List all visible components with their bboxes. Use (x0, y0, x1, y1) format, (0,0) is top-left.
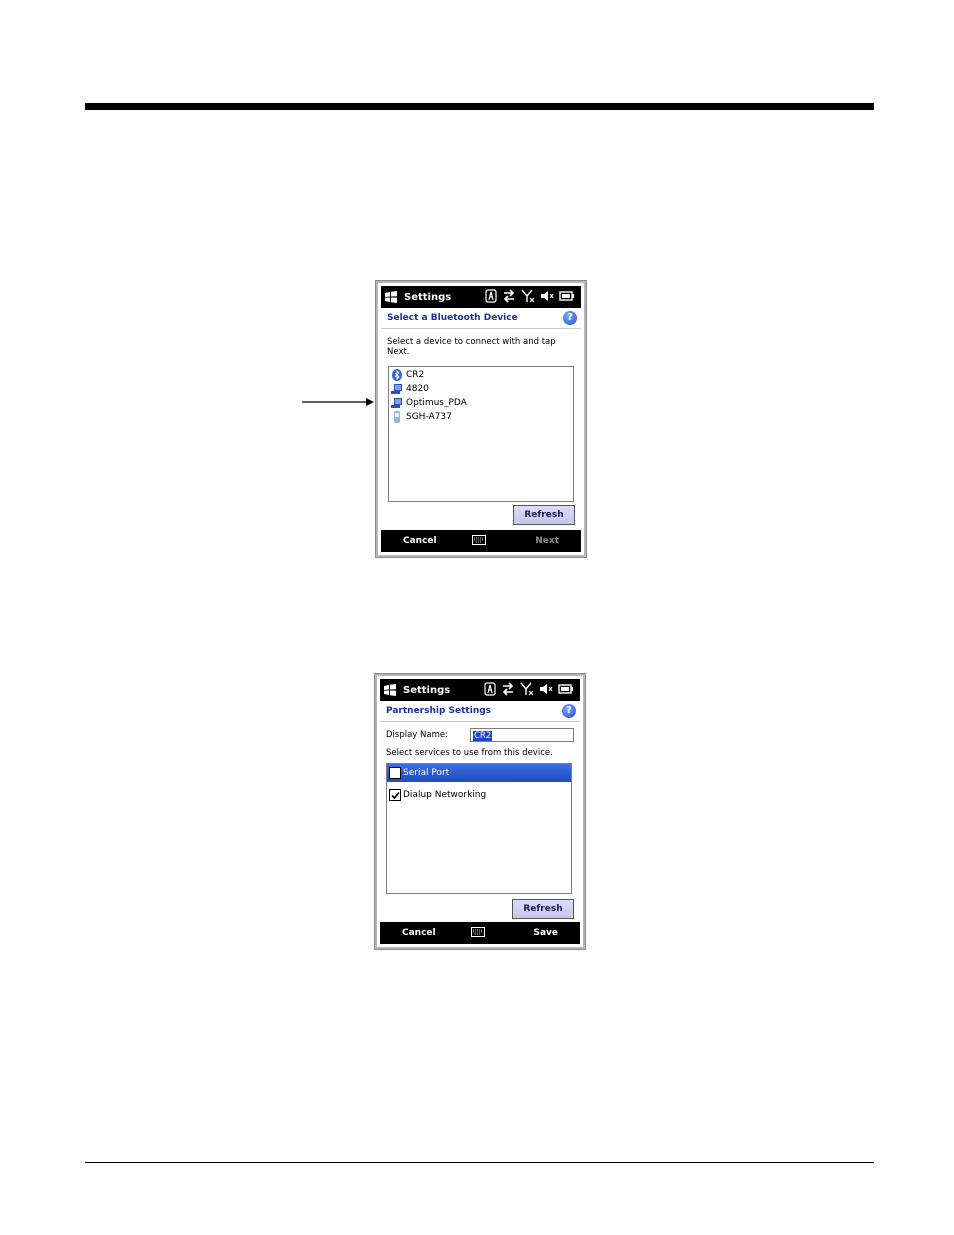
save-button[interactable]: Save (533, 928, 558, 938)
speaker-muted-icon[interactable] (539, 682, 553, 696)
app-title: Settings (404, 291, 452, 303)
serial-port-checkbox[interactable] (389, 767, 401, 779)
dialup-networking-checkbox[interactable] (389, 789, 401, 801)
device-label: CR2 (406, 370, 425, 380)
status-bar: Settings (380, 679, 580, 701)
device-list[interactable]: CR2 4820 Optimus_PDA SGH-A737 (388, 366, 574, 502)
list-item-cr2[interactable]: CR2 (389, 368, 573, 382)
input-mode-icon[interactable] (484, 682, 496, 696)
keyboard-icon[interactable] (471, 927, 485, 937)
services-list[interactable]: Serial Port Dialup Networking (386, 763, 572, 894)
status-bar: Settings (381, 286, 581, 308)
battery-icon[interactable] (559, 289, 575, 303)
windows-start-icon[interactable] (383, 683, 397, 697)
service-dialup-networking[interactable]: Dialup Networking (387, 786, 571, 804)
display-name-value: CR2 (473, 731, 493, 741)
soft-key-bar: Cancel Save (380, 922, 580, 944)
windows-start-icon[interactable] (384, 290, 398, 304)
battery-icon[interactable] (558, 682, 574, 696)
sync-arrows-icon[interactable] (501, 682, 515, 696)
screenshot-select-bluetooth-device: Settings Select a Bluetooth Device ? Sel… (376, 281, 586, 557)
computer-icon (391, 397, 403, 409)
device-label: Optimus_PDA (406, 398, 467, 408)
list-item-optimus-pda[interactable]: Optimus_PDA (389, 396, 573, 410)
service-serial-port[interactable]: Serial Port (387, 764, 571, 782)
page-header: Select a Bluetooth Device ? (381, 308, 581, 329)
speaker-muted-icon[interactable] (540, 289, 554, 303)
page-title: Select a Bluetooth Device (387, 313, 518, 323)
phone-icon (391, 411, 403, 423)
display-name-row: Display Name: CR2 (380, 722, 580, 742)
instruction-text: Select a device to connect with and tap … (387, 337, 556, 357)
help-icon[interactable]: ? (563, 311, 577, 325)
input-mode-icon[interactable] (485, 289, 497, 303)
pointer-arrow-icon (302, 398, 374, 406)
refresh-button[interactable]: Refresh (513, 505, 575, 525)
help-icon[interactable]: ? (562, 704, 576, 718)
page-header: Partnership Settings ? (380, 701, 580, 722)
refresh-button[interactable]: Refresh (512, 899, 574, 919)
services-prompt: Select services to use from this device. (386, 748, 553, 758)
page-title: Partnership Settings (386, 706, 492, 716)
app-title: Settings (403, 684, 451, 696)
keyboard-icon[interactable] (472, 535, 486, 545)
bluetooth-icon (391, 369, 403, 381)
device-label: SGH-A737 (406, 412, 452, 422)
top-rule (85, 103, 874, 110)
cancel-button[interactable]: Cancel (403, 536, 437, 546)
no-signal-icon[interactable] (520, 682, 534, 696)
list-item-4820[interactable]: 4820 (389, 382, 573, 396)
service-label: Serial Port (403, 768, 450, 778)
computer-icon (391, 383, 403, 395)
screenshot-partnership-settings: Settings Partnership Settings ? Display … (375, 674, 585, 949)
soft-key-bar: Cancel Next (381, 530, 581, 552)
service-label: Dialup Networking (403, 790, 487, 800)
cancel-button[interactable]: Cancel (402, 928, 436, 938)
no-signal-icon[interactable] (521, 289, 535, 303)
display-name-field[interactable]: CR2 (470, 728, 574, 742)
next-button[interactable]: Next (535, 536, 559, 546)
sync-arrows-icon[interactable] (502, 289, 516, 303)
device-label: 4820 (406, 384, 429, 394)
list-item-sgh-a737[interactable]: SGH-A737 (389, 410, 573, 424)
checkmark-icon (390, 791, 400, 799)
display-name-label: Display Name: (386, 730, 448, 740)
bottom-rule (85, 1162, 874, 1163)
